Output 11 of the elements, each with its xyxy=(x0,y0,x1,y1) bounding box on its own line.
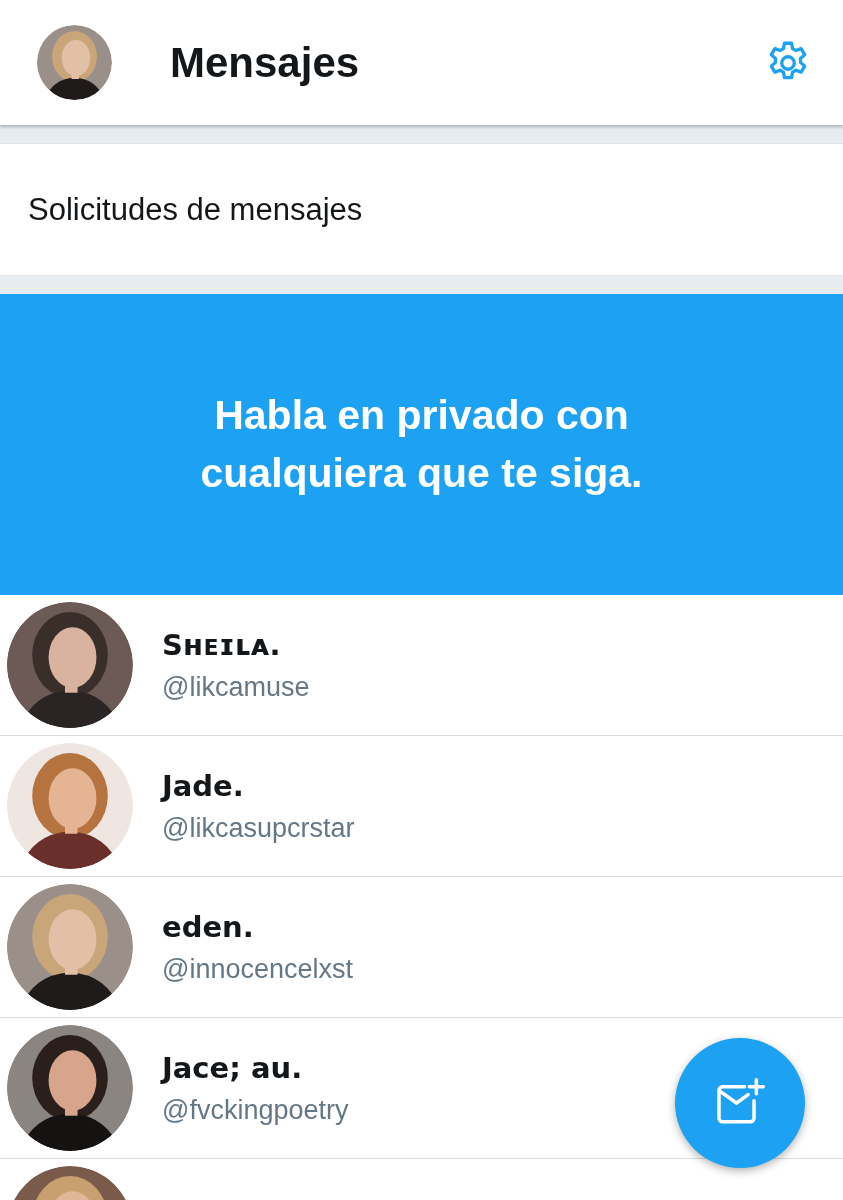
message-requests-row[interactable]: Solicitudes de mensajes xyxy=(0,143,843,276)
page-title: Mensajes xyxy=(170,38,361,87)
contact-name: eden. xyxy=(162,909,255,944)
banner-text: Habla en privado con cualquiera que te siga. xyxy=(199,391,644,498)
contact-handle: @likcasupcrstar xyxy=(162,812,355,844)
contact-name: Sʜᴇɪʟᴀ. xyxy=(162,627,282,662)
contact-handle: @innocencelxst xyxy=(162,953,353,985)
contact-name: Jade. xyxy=(162,768,245,803)
contact-handle: @fvckingpoetry xyxy=(162,1094,349,1126)
contact-handle: @likcamuse xyxy=(162,671,310,703)
contact-name: Jace; au. xyxy=(162,1050,304,1085)
